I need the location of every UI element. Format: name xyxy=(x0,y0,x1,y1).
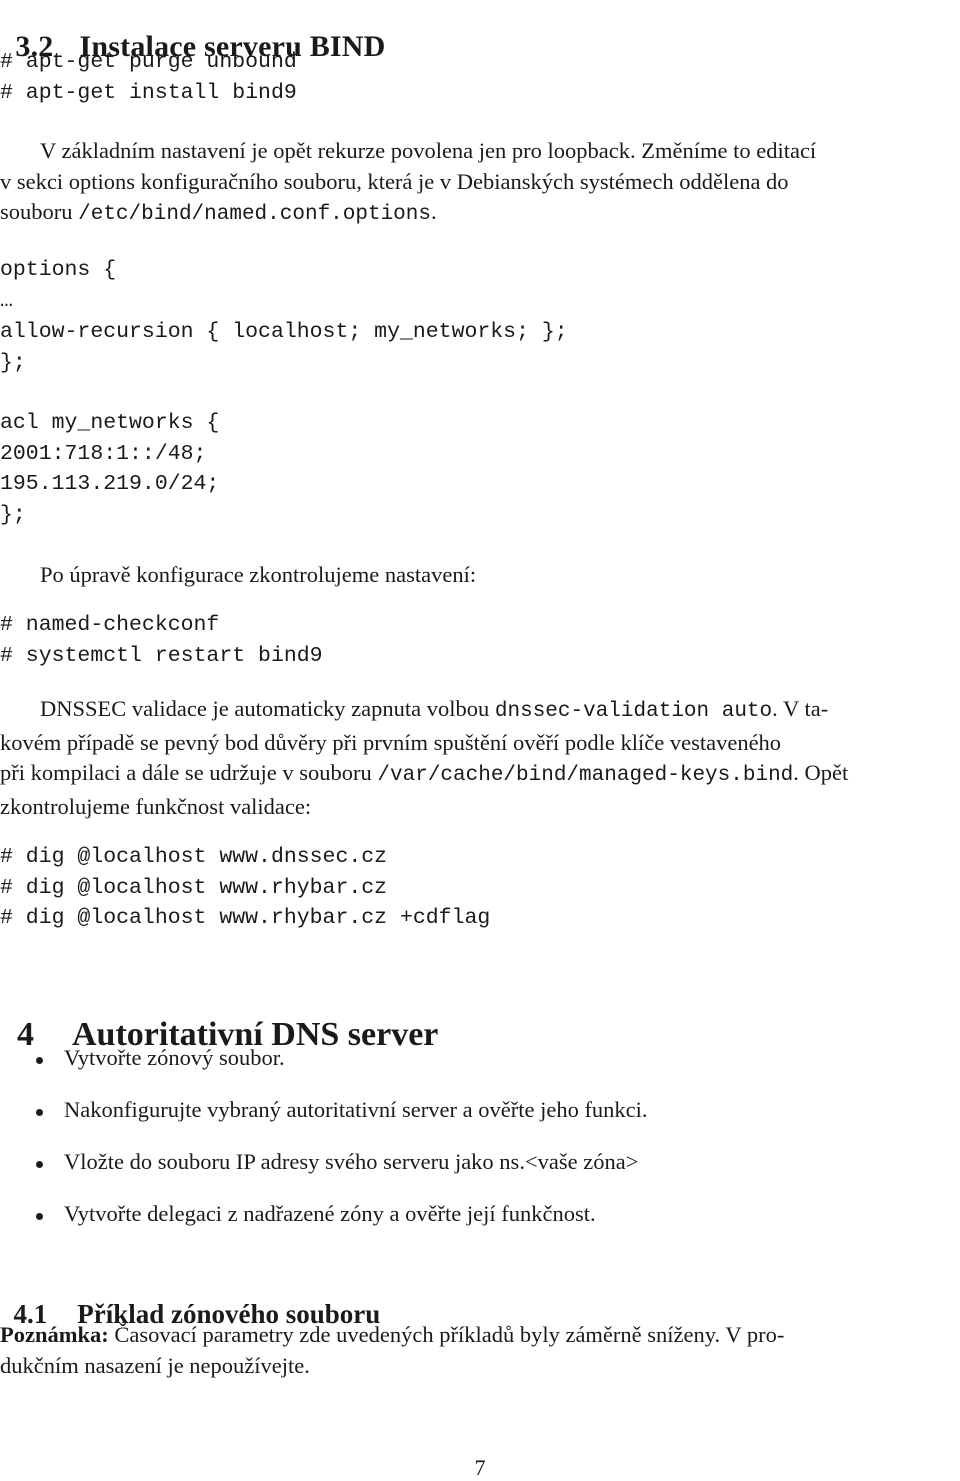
intro-paragraph: V základním nastavení je opět rekurze po… xyxy=(0,136,960,231)
paragraph-line: souboru /etc/bind/named.conf.options. xyxy=(0,197,960,231)
text: . Opět xyxy=(793,760,849,785)
text: . V ta- xyxy=(772,696,829,721)
code-line-apt-purge: # apt-get purge unbound xyxy=(0,50,297,74)
note-label: Poznámka: xyxy=(0,1322,109,1347)
section-number: 4 xyxy=(17,1016,34,1053)
config-line: 2001:718:1::/48; xyxy=(0,442,207,466)
config-line: allow-recursion { localhost; my_networks… xyxy=(0,320,568,344)
check-paragraph: Po úpravě konfigurace zkontrolujeme nast… xyxy=(40,562,477,587)
config-line: acl my_networks { xyxy=(0,411,220,435)
bullet-icon xyxy=(36,1161,43,1168)
list-item-text: Vytvořte delegaci z nadřazené zóny a ově… xyxy=(64,1201,596,1226)
page-number: 7 xyxy=(474,1455,486,1480)
list-item-text: Vytvořte zónový soubor. xyxy=(64,1045,285,1070)
bullet-icon xyxy=(36,1057,43,1064)
paragraph-line: dukčním nasazení je nepoužívejte. xyxy=(0,1352,310,1378)
section-heading-4: 4 Autoritativní DNS server xyxy=(0,978,438,1054)
text: Časovací parametry zde uvedených příklad… xyxy=(108,1322,785,1347)
text: . xyxy=(430,199,437,224)
code-line-apt-install: # apt-get install bind9 xyxy=(0,81,297,105)
config-option: dnssec-validation auto xyxy=(494,700,773,723)
code-line-dig: # dig @localhost www.rhybar.cz xyxy=(0,876,388,900)
config-line: options { xyxy=(0,258,117,282)
paragraph-line: v sekci options konfiguračního souboru, … xyxy=(0,168,789,194)
paragraph-line: Poznámka: Časovací parametry zde uvedený… xyxy=(0,1320,960,1351)
file-path: /etc/bind/named.conf.options xyxy=(78,203,431,226)
config-line: 195.113.219.0/24; xyxy=(0,472,220,496)
file-path: /var/cache/bind/managed-keys.bind xyxy=(377,764,794,787)
config-line: … xyxy=(0,289,13,313)
text: DNSSEC validace je automaticky zapnuta v… xyxy=(40,696,495,721)
text: při kompilaci a dále se udržuje v soubor… xyxy=(0,760,378,785)
paragraph-line: zkontrolujeme funkčnost validace: xyxy=(0,793,312,819)
paragraph-line: DNSSEC validace je automaticky zapnuta v… xyxy=(0,694,960,728)
config-line: }; xyxy=(0,503,26,527)
code-line-checkconf: # named-checkconf xyxy=(0,613,220,637)
paragraph-line: V základním nastavení je opět rekurze po… xyxy=(40,138,817,163)
code-line-dig: # dig @localhost www.dnssec.cz xyxy=(0,845,388,869)
code-line-dig: # dig @localhost www.rhybar.cz +cdflag xyxy=(0,906,491,930)
code-line-restart: # systemctl restart bind9 xyxy=(0,644,323,668)
paragraph-line: při kompilaci a dále se udržuje v soubor… xyxy=(0,758,960,792)
list-item-text: Nakonfigurujte vybraný autoritativní ser… xyxy=(64,1097,648,1122)
bullet-icon xyxy=(36,1109,43,1116)
paragraph-line: kovém případě se pevný bod důvěry při pr… xyxy=(0,729,782,755)
text: souboru xyxy=(0,199,79,224)
dnssec-paragraph: DNSSEC validace je automaticky zapnuta v… xyxy=(0,694,960,822)
bullet-icon xyxy=(36,1213,43,1220)
list-item-text: Vložte do souboru IP adresy svého server… xyxy=(64,1149,639,1174)
note-paragraph: Poznámka: Časovací parametry zde uvedený… xyxy=(0,1320,960,1381)
config-line: }; xyxy=(0,351,26,375)
